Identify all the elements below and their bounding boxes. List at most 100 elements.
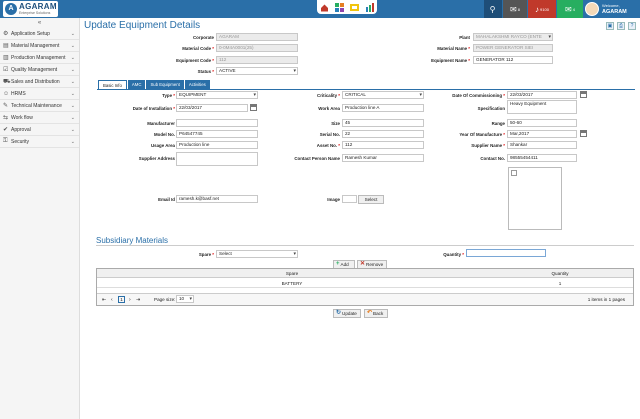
help-icon[interactable]: ? bbox=[628, 22, 636, 30]
chat-button[interactable]: ✉ 4 bbox=[557, 0, 583, 18]
supplier-name-input[interactable]: Shankar bbox=[507, 141, 577, 149]
email-input[interactable]: ramesh.k@basf.net bbox=[176, 195, 258, 203]
tab-amc[interactable]: AMC bbox=[127, 80, 146, 89]
sidebar-item-label: Production Management bbox=[11, 54, 66, 61]
sidebar-item-application-setup[interactable]: ⚙ Application Setup ⌄ bbox=[0, 28, 79, 40]
year-input[interactable]: Mar,2017 bbox=[507, 130, 577, 138]
section-title-subsidiary: Subsidiary Materials bbox=[96, 236, 169, 245]
print-icon[interactable]: ⎙ bbox=[617, 22, 625, 30]
spares-table: Spare Quantity BATTERY 1 ⇤ ‹ 1 › ⇥ Page … bbox=[96, 268, 634, 306]
chevron-down-icon: ⌄ bbox=[70, 42, 75, 49]
page-number[interactable]: 1 bbox=[118, 296, 125, 303]
user-name: AGARAM bbox=[602, 9, 627, 15]
section-divider bbox=[96, 245, 634, 246]
criticality-label: Criticality * bbox=[317, 93, 340, 98]
plant-select[interactable]: MAHALAKSHMI RAYCO (ENTE bbox=[473, 33, 553, 41]
reports-icon[interactable] bbox=[365, 2, 374, 12]
model-input[interactable]: P64547745 bbox=[176, 130, 258, 138]
sidebar-item-label: Application Setup bbox=[11, 30, 50, 37]
back-button[interactable]: ↶ Back bbox=[364, 309, 388, 318]
broken-image-icon bbox=[511, 170, 517, 176]
manufacturer-input[interactable] bbox=[176, 119, 258, 127]
prev-page-icon[interactable]: ‹ bbox=[111, 297, 113, 303]
equipment-name-input[interactable]: GENERATOR 112 bbox=[473, 56, 553, 64]
contact-person-input[interactable]: Ramesh Kumar bbox=[342, 154, 424, 162]
brand-logo[interactable]: A AGARAM Enterprise Solutions bbox=[3, 1, 58, 17]
calendar-icon[interactable] bbox=[250, 104, 257, 111]
spare-select[interactable]: Select bbox=[216, 250, 298, 258]
specification-textarea[interactable]: Heavy Equipment bbox=[507, 100, 577, 114]
back-arrow-icon: ↶ bbox=[367, 310, 373, 316]
sidebar-collapse-button[interactable]: « bbox=[0, 18, 79, 28]
tab-basic-info[interactable]: Basic Info bbox=[98, 80, 127, 89]
work-area-input[interactable]: Production line A bbox=[342, 104, 424, 112]
usage-label: Usage Area bbox=[151, 143, 175, 148]
chevron-down-icon: ⌄ bbox=[70, 90, 75, 97]
sidebar-item-sales-distribution[interactable]: ⛟ Sales and Distribution ⌄ bbox=[0, 76, 79, 88]
supplier-address-textarea[interactable] bbox=[176, 152, 258, 166]
sidebar-item-quality-management[interactable]: ☑ Quality Management ⌄ bbox=[0, 64, 79, 76]
usage-input[interactable]: Production line bbox=[176, 141, 258, 149]
cell-spare: BATTERY bbox=[281, 281, 303, 286]
user-menu[interactable]: Welcome, AGARAM bbox=[585, 1, 640, 18]
dashboard-icon[interactable] bbox=[350, 3, 359, 12]
quantity-input[interactable] bbox=[466, 249, 546, 257]
update-button[interactable]: ↻ Update bbox=[333, 309, 361, 318]
size-input[interactable]: 45 bbox=[342, 119, 424, 127]
sidebar-item-material-management[interactable]: ▤ Material Management ⌄ bbox=[0, 40, 79, 52]
image-filename-field bbox=[342, 195, 357, 203]
type-select[interactable]: EQUIPMENT bbox=[176, 91, 258, 99]
contact-no-input[interactable]: 98555454411 bbox=[507, 154, 577, 162]
tab-activities[interactable]: Activities bbox=[184, 80, 210, 89]
serial-input[interactable]: 22 bbox=[342, 130, 424, 138]
welcome-label: Welcome, bbox=[602, 3, 620, 8]
home-icon[interactable] bbox=[320, 3, 329, 12]
mail-button[interactable]: ✉ 8 bbox=[503, 0, 527, 18]
x-icon: ✕ bbox=[360, 261, 366, 267]
sidebar-item-approval[interactable]: ✔ Approval ⌄ bbox=[0, 124, 79, 136]
status-select[interactable]: ACTIVE bbox=[216, 67, 298, 75]
commissioning-date-input[interactable]: 22/03/2017 bbox=[507, 91, 577, 99]
alerts-button[interactable]: ♪ 9100 bbox=[528, 0, 556, 18]
page-size-label: Page size: bbox=[154, 297, 176, 302]
search-icon: ⚲ bbox=[489, 4, 496, 14]
criticality-select[interactable]: CRITICAL bbox=[342, 91, 424, 99]
table-row[interactable]: BATTERY 1 bbox=[97, 279, 633, 288]
box-icon: ▤ bbox=[3, 43, 9, 49]
column-header-spare[interactable]: Spare bbox=[97, 269, 487, 278]
sidebar-item-production-management[interactable]: ▥ Production Management ⌄ bbox=[0, 52, 79, 64]
apps-grid-icon[interactable] bbox=[335, 2, 344, 12]
spare-label: Spare * bbox=[198, 252, 214, 257]
sidebar-item-work-flow[interactable]: ⇆ Work flow ⌄ bbox=[0, 112, 79, 124]
save-icon[interactable]: ▣ bbox=[606, 22, 614, 30]
page-title: Update Equipment Details bbox=[84, 20, 201, 31]
sidebar-item-security[interactable]: ⚿ Security ⌄ bbox=[0, 136, 79, 148]
tab-sub-equipment[interactable]: Sub Equipment bbox=[146, 80, 184, 89]
next-page-icon[interactable]: › bbox=[129, 297, 131, 303]
material-name-label: Material Name * bbox=[437, 46, 470, 51]
material-code-field: 0-0M4A0001(25) bbox=[216, 44, 298, 52]
truck-icon: ⛟ bbox=[3, 78, 11, 85]
column-header-quantity[interactable]: Quantity bbox=[487, 269, 633, 278]
calendar-icon[interactable] bbox=[580, 91, 587, 98]
cell-quantity: 1 bbox=[558, 281, 562, 286]
top-bar: A AGARAM Enterprise Solutions ⚲ ✉ 8 ♪ 9100… bbox=[0, 0, 640, 18]
table-header: Spare Quantity bbox=[97, 269, 633, 278]
work-area-label: Work Area bbox=[318, 106, 340, 111]
calendar-icon[interactable] bbox=[580, 130, 587, 137]
search-button[interactable]: ⚲ bbox=[484, 0, 502, 18]
first-page-icon[interactable]: ⇤ bbox=[102, 297, 106, 303]
sidebar-item-label: Security bbox=[11, 138, 30, 145]
range-input[interactable]: 50-60 bbox=[507, 119, 577, 127]
asset-input[interactable]: 112 bbox=[342, 141, 424, 149]
installation-date-input[interactable]: 22/03/2017 bbox=[176, 104, 248, 112]
corporate-label: Corporate bbox=[193, 35, 214, 40]
sidebar-item-hrms[interactable]: ☺ HRMS ⌄ bbox=[0, 88, 79, 100]
tab-divider bbox=[97, 89, 635, 90]
page-size-select[interactable]: 10 bbox=[176, 295, 194, 303]
sidebar-item-technical-maintenance[interactable]: ✎ Technical Maintenance ⌄ bbox=[0, 100, 79, 112]
image-select-button[interactable]: Select bbox=[358, 195, 384, 204]
items-info: 1 items in 1 pages bbox=[587, 297, 625, 302]
last-page-icon[interactable]: ⇥ bbox=[136, 297, 140, 303]
gear-icon: ⚙ bbox=[3, 31, 9, 37]
